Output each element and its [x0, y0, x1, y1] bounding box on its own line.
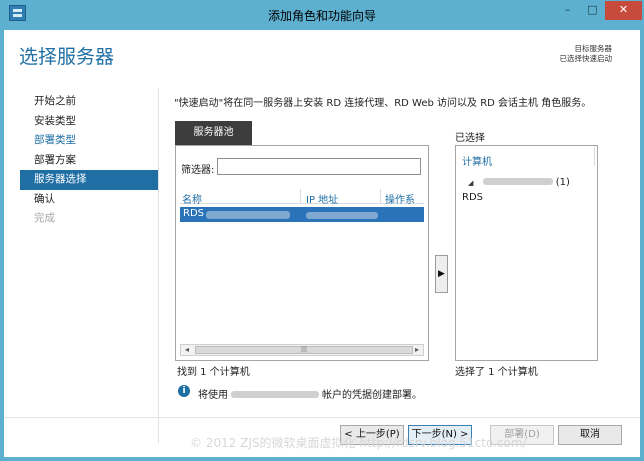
- nav-item-before-you-begin[interactable]: 开始之前: [20, 92, 158, 112]
- selected-servers-panel: 计算机 ◢ (1) RDS: [455, 145, 598, 361]
- cancel-button[interactable]: 取消: [558, 425, 622, 445]
- nav-item-deployment-scenario[interactable]: 部署方案: [20, 151, 158, 171]
- info-prefix: 将使用: [198, 390, 228, 401]
- close-icon[interactable]: ✕: [605, 1, 642, 20]
- title-bar[interactable]: 添加角色和功能向导 – □ ✕: [4, 0, 642, 30]
- redacted-name: [206, 211, 290, 219]
- horizontal-scrollbar[interactable]: ◂ ||| ▸: [180, 344, 424, 356]
- scroll-left-icon[interactable]: ◂: [181, 345, 193, 355]
- column-separator: [594, 146, 595, 166]
- column-header-name[interactable]: 名称: [182, 191, 202, 206]
- destination-label: 目标服务器: [574, 44, 613, 53]
- expand-triangle-icon[interactable]: ◢: [468, 179, 473, 187]
- server-list-header: 名称 IP 地址 操作系统: [180, 189, 424, 221]
- nav-item-server-selection[interactable]: 服务器选择: [20, 170, 158, 190]
- destination-server-info: 目标服务器 已选择快速启动: [560, 44, 613, 64]
- nav-item-completion: 完成: [34, 212, 55, 224]
- column-header-ip[interactable]: IP 地址: [306, 191, 338, 206]
- selected-column-header[interactable]: 计算机: [462, 153, 492, 168]
- wizard-window: 添加角色和功能向导 – □ ✕ 选择服务器 目标服务器 已选择快速启动 开始之前…: [0, 0, 644, 461]
- info-icon: i: [178, 385, 190, 397]
- nav-divider: [158, 88, 159, 443]
- add-server-button[interactable]: ▶: [435, 255, 448, 293]
- window-title: 添加角色和功能向导: [267, 9, 376, 23]
- page-description: "快速启动"将在同一服务器上安装 RD 连接代理、RD Web 访问以及 RD …: [174, 98, 592, 109]
- found-count: 找到 1 个计算机: [177, 367, 250, 378]
- footer-divider: [4, 417, 640, 418]
- nav-item-deployment-type[interactable]: 部署类型: [20, 131, 158, 151]
- wizard-content: 选择服务器 目标服务器 已选择快速启动 开始之前 安装类型 部署类型 部署方案 …: [4, 30, 640, 457]
- scrollbar-thumb[interactable]: |||: [195, 346, 413, 354]
- info-suffix: 帐户的凭据创建部署。: [322, 390, 422, 401]
- wizard-nav: 开始之前 安装类型 部署类型 部署方案 服务器选择 确认 完成: [20, 92, 158, 229]
- tab-server-pool[interactable]: 服务器池: [175, 121, 252, 145]
- redacted-account: [231, 390, 319, 401]
- table-row[interactable]: RDS: [180, 207, 424, 222]
- watermark-text: © 2012 ZJS的微软桌面虚拟化 http://rdsrv.blog.51c…: [190, 436, 527, 450]
- nav-item-installation-type[interactable]: 安装类型: [20, 112, 158, 132]
- filter-input[interactable]: [217, 158, 421, 175]
- destination-value: 已选择快速启动: [559, 54, 613, 63]
- selected-server-node[interactable]: ◢ (1): [468, 177, 570, 188]
- scroll-right-icon[interactable]: ▸: [411, 345, 423, 355]
- selected-count: 选择了 1 个计算机: [455, 367, 538, 378]
- filter-label: 筛选器:: [181, 165, 215, 176]
- server-pool-panel: 筛选器: 名称 IP 地址 操作系统 RDS ◂ ||| ▸: [175, 145, 429, 361]
- server-name-cell: RDS: [183, 208, 204, 219]
- maximize-icon[interactable]: □: [580, 1, 605, 20]
- credentials-note: 将使用 帐户的凭据创建部署。: [198, 386, 422, 401]
- nav-item-confirmation[interactable]: 确认: [20, 190, 158, 210]
- redacted-name: [482, 178, 553, 185]
- column-separator[interactable]: [380, 189, 381, 204]
- column-separator[interactable]: [300, 189, 301, 204]
- selected-role-label: RDS: [462, 192, 483, 203]
- page-title: 选择服务器: [19, 46, 115, 68]
- selected-label: 已选择: [455, 133, 485, 144]
- minimize-icon[interactable]: –: [555, 1, 580, 20]
- selected-node-count: (1): [555, 177, 570, 188]
